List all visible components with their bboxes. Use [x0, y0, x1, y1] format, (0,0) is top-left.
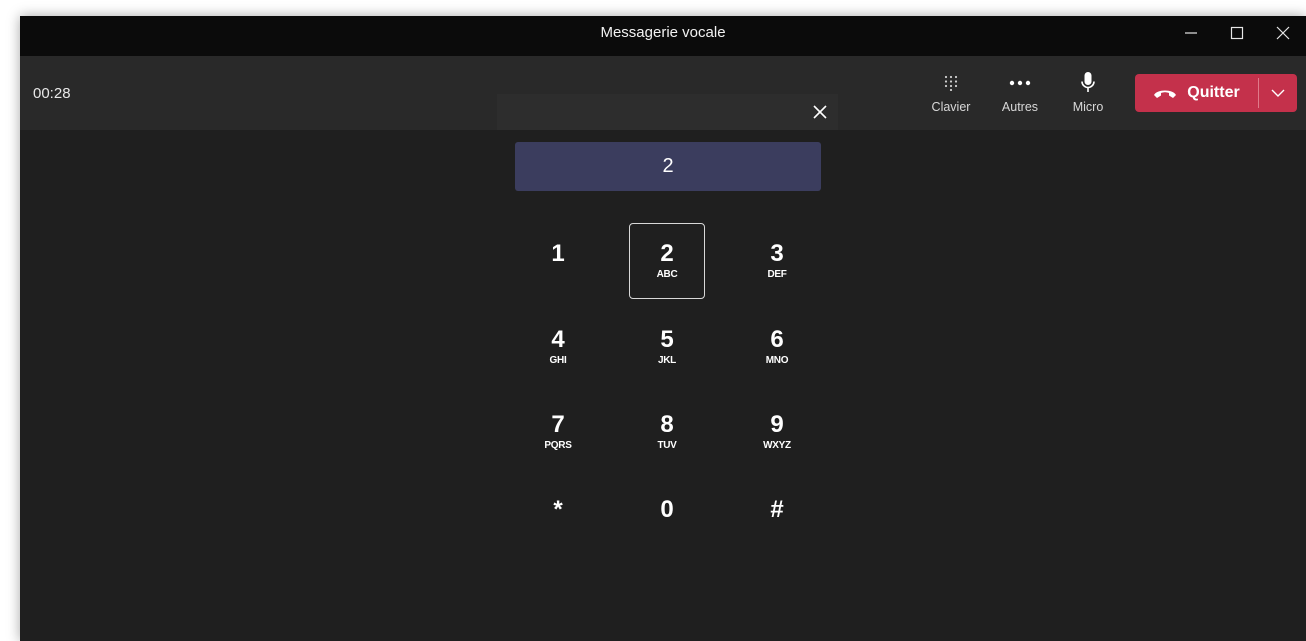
- dialpad-key-1[interactable]: 1: [520, 223, 596, 299]
- key-digit: 3: [770, 240, 784, 267]
- close-icon: [1276, 26, 1290, 40]
- dialpad-header: [497, 94, 838, 130]
- dialpad-button[interactable]: Clavier: [921, 70, 981, 122]
- key-letters: PQRS: [544, 440, 572, 451]
- key-digit: 2: [660, 240, 674, 267]
- title-bar: Messagerie vocale: [20, 16, 1306, 56]
- key-digit: #: [770, 496, 784, 523]
- maximize-button[interactable]: [1214, 16, 1260, 50]
- key-letters: WXYZ: [763, 440, 791, 451]
- dialpad-key-4[interactable]: 4 GHI: [520, 309, 596, 385]
- maximize-icon: [1230, 26, 1244, 40]
- key-letters: DEF: [767, 269, 787, 280]
- chevron-down-icon: [1271, 89, 1285, 97]
- dialpad-key-0[interactable]: 0: [629, 479, 705, 555]
- dialpad-key-8[interactable]: 8 TUV: [629, 394, 705, 470]
- key-digit: 5: [660, 326, 674, 353]
- dialpad-key-2[interactable]: 2 ABC: [629, 223, 705, 299]
- more-icon: [1009, 80, 1031, 86]
- leave-button-group: Quitter: [1135, 74, 1297, 112]
- dialpad-key-hash[interactable]: #: [739, 479, 815, 555]
- key-digit: 6: [770, 326, 784, 353]
- call-timer: 00:28: [33, 85, 71, 102]
- more-label: Autres: [1001, 100, 1039, 114]
- close-icon: [813, 105, 827, 119]
- dialpad-key-6[interactable]: 6 MNO: [739, 309, 815, 385]
- minimize-button[interactable]: [1168, 16, 1214, 50]
- dialpad-close-button[interactable]: [810, 102, 830, 122]
- key-letters: MNO: [765, 355, 789, 366]
- dialpad-panel: 2 1 2 ABC 3 DEF 4 GHI 5 JKL 6 MNO 7 PQRS…: [497, 94, 838, 641]
- key-digit: 9: [770, 411, 784, 438]
- key-letters: JKL: [658, 355, 676, 366]
- dialpad-key-9[interactable]: 9 WXYZ: [739, 394, 815, 470]
- dialpad-key-star[interactable]: *: [520, 479, 596, 555]
- key-letters: ABC: [656, 269, 678, 280]
- key-digit: 8: [660, 411, 674, 438]
- key-letters: TUV: [657, 440, 677, 451]
- microphone-label: Micro: [1072, 100, 1104, 114]
- key-digit: 7: [551, 411, 565, 438]
- dialpad-icon: [944, 75, 958, 91]
- leave-label: Quitter: [1187, 84, 1240, 101]
- minimize-icon: [1185, 32, 1197, 34]
- more-button[interactable]: Autres: [990, 70, 1050, 122]
- leave-options-button[interactable]: [1259, 74, 1297, 112]
- dialpad-label: Clavier: [931, 100, 971, 114]
- leave-button[interactable]: Quitter: [1135, 74, 1258, 112]
- window-close-button[interactable]: [1260, 16, 1306, 50]
- microphone-icon: [1081, 72, 1095, 92]
- dialpad-key-5[interactable]: 5 JKL: [629, 309, 705, 385]
- phone-hangup-icon: [1154, 90, 1177, 98]
- dialpad-key-7[interactable]: 7 PQRS: [520, 394, 596, 470]
- dialpad-display[interactable]: 2: [515, 142, 821, 191]
- window-controls: [1168, 16, 1306, 50]
- key-digit: 0: [660, 496, 674, 523]
- key-letters: GHI: [549, 355, 567, 366]
- dialpad-key-3[interactable]: 3 DEF: [739, 223, 815, 299]
- microphone-button[interactable]: Micro: [1058, 70, 1118, 122]
- call-window: Messagerie vocale 00:28 Clavier Autres M…: [20, 16, 1306, 641]
- key-digit: *: [553, 496, 563, 523]
- key-digit: 1: [551, 240, 565, 267]
- window-title: Messagerie vocale: [600, 24, 726, 41]
- key-digit: 4: [551, 326, 565, 353]
